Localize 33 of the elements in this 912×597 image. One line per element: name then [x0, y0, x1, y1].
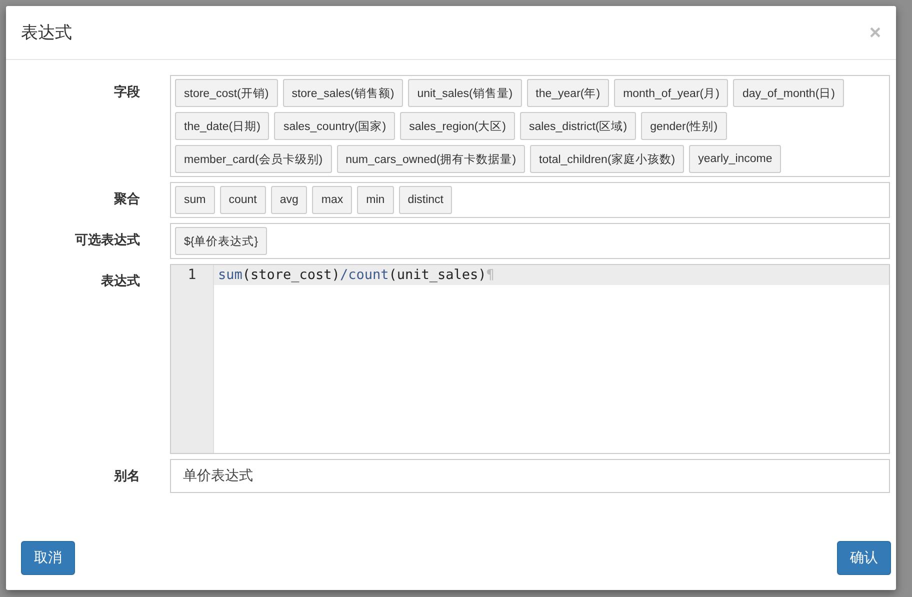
line-number: 1: [186, 266, 198, 285]
cancel-button[interactable]: 取消: [21, 541, 75, 575]
token-button[interactable]: store_cost(开销): [175, 79, 278, 107]
field-label: 聚合: [113, 190, 140, 207]
token-button[interactable]: the_year(年): [526, 79, 610, 107]
code-editor[interactable]: 1 sum(store_cost)/count(unit_sales)¶: [170, 264, 890, 454]
token-button[interactable]: sales_region(大区): [400, 112, 515, 140]
token-button[interactable]: total_children(家庭小孩数): [530, 145, 684, 173]
token-button[interactable]: month_of_year(月): [614, 79, 728, 107]
token-button[interactable]: sum: [175, 186, 215, 214]
field-label: 别名: [112, 467, 140, 484]
token-button[interactable]: avg: [270, 186, 308, 214]
field-label: 表达式: [100, 272, 140, 289]
token-button[interactable]: yearly_income: [689, 145, 782, 173]
token-button[interactable]: sales_country(国家): [274, 112, 396, 140]
token-button[interactable]: ${单价表达式}: [175, 227, 268, 255]
field-label: 可选表达式: [74, 231, 140, 248]
field-label: 字段: [113, 83, 140, 100]
token-button[interactable]: distinct: [398, 186, 452, 214]
token-button[interactable]: store_sales(销售额): [282, 79, 404, 107]
token-button[interactable]: day_of_month(日): [733, 79, 844, 107]
token-button[interactable]: member_card(会员卡级别): [175, 145, 332, 173]
alias-input[interactable]: 单价表达式: [170, 459, 890, 493]
token-button[interactable]: count: [220, 186, 266, 214]
dialog-title: 表达式: [21, 22, 72, 44]
token-button[interactable]: num_cars_owned(拥有卡数据量): [336, 145, 526, 173]
token-button[interactable]: min: [357, 186, 394, 214]
token-button[interactable]: the_date(日期): [175, 112, 270, 140]
confirm-button[interactable]: 确认: [837, 541, 891, 575]
token-button[interactable]: max: [312, 186, 352, 214]
token-button[interactable]: gender(性别): [641, 112, 727, 140]
token-button[interactable]: unit_sales(销售量): [408, 79, 522, 107]
token-button[interactable]: sales_district(区域): [520, 112, 636, 140]
